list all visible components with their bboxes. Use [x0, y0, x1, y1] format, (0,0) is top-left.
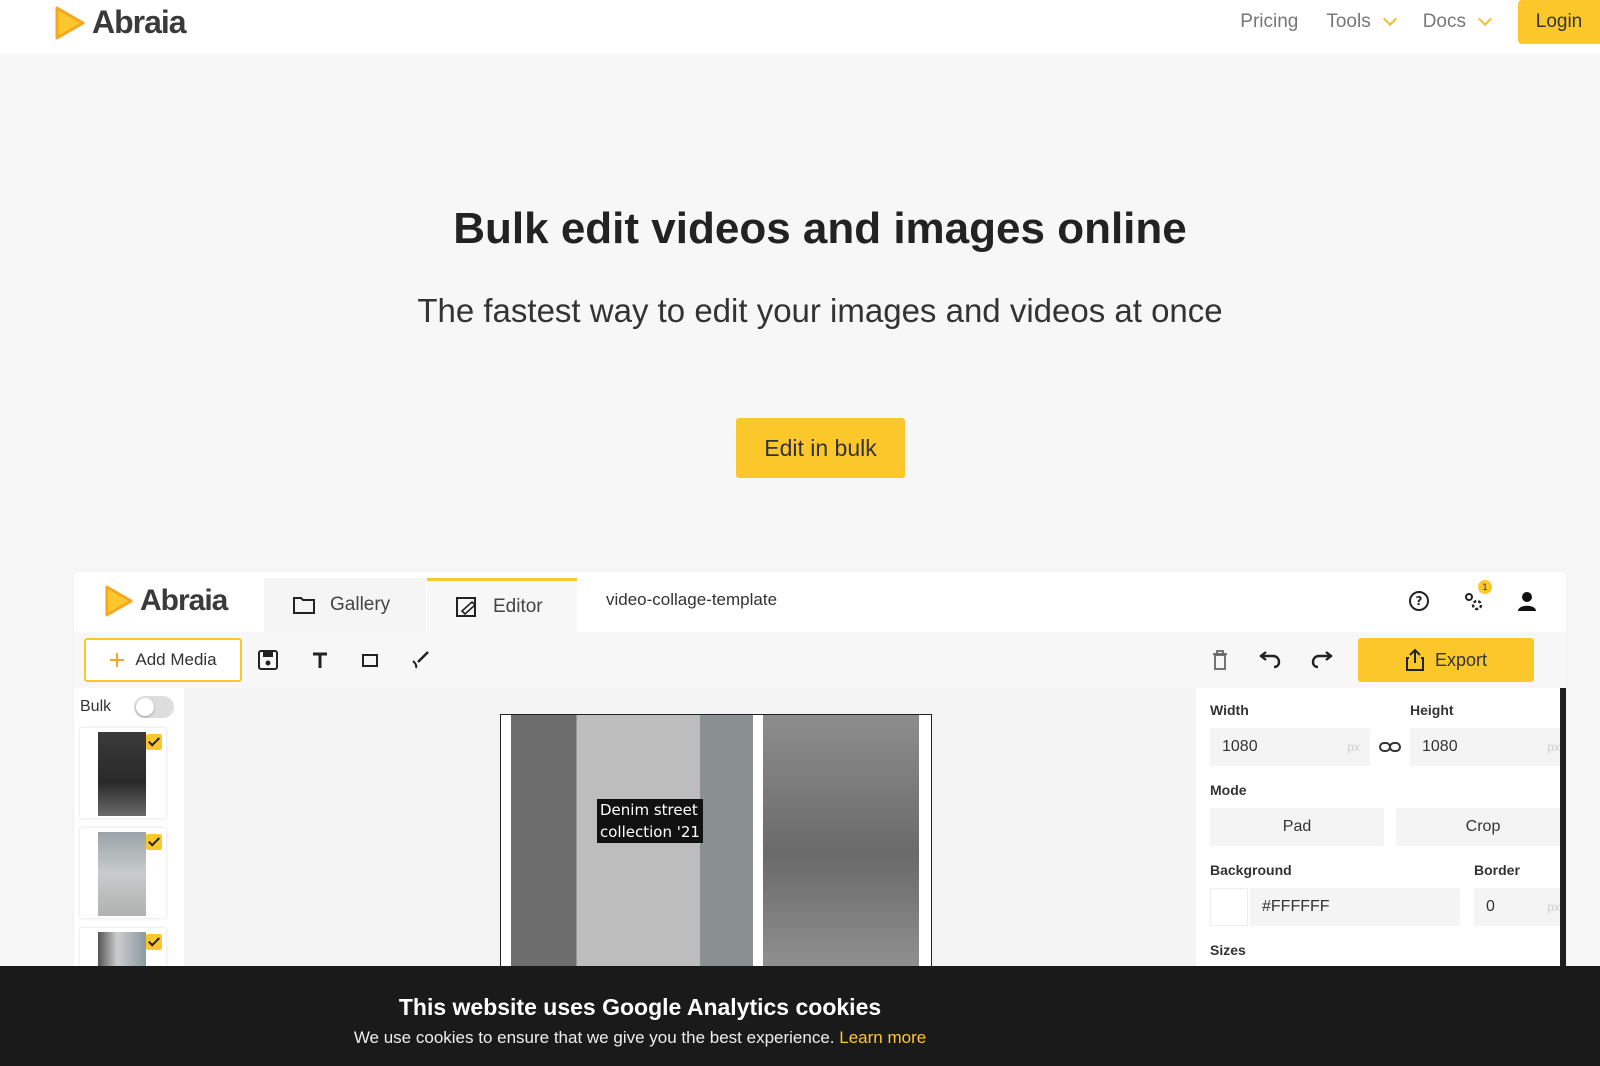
checkbox-checked-icon[interactable] — [146, 834, 162, 850]
hero-subtitle: The fastest way to edit your images and … — [417, 292, 1223, 329]
app-brand-name: Abraia — [140, 584, 228, 617]
help-icon[interactable]: ? — [1406, 588, 1432, 614]
width-input[interactable]: 1080 px — [1210, 728, 1370, 766]
media-thumbnail[interactable] — [80, 828, 166, 918]
app-header: Abraia Gallery Editor video-collage-temp… — [74, 572, 1566, 632]
folder-icon — [293, 597, 315, 614]
login-button[interactable]: Login — [1518, 0, 1600, 44]
add-media-label: Add Media — [135, 650, 217, 669]
background-color-swatch[interactable] — [1210, 888, 1248, 926]
width-unit: px — [1347, 740, 1360, 754]
mode-crop-button[interactable]: Crop — [1396, 808, 1566, 846]
play-logo-icon — [105, 585, 133, 617]
cookie-title: This website uses Google Analytics cooki… — [398, 994, 882, 1020]
background-label: Background — [1210, 862, 1292, 878]
height-unit: px — [1547, 740, 1560, 754]
tab-editor-label: Editor — [493, 595, 543, 617]
sizes-label: Sizes — [1210, 942, 1246, 958]
brand-name: Abraia — [92, 4, 187, 40]
thumbnail-image — [98, 732, 146, 816]
edit-in-bulk-button[interactable]: Edit in bulk — [736, 418, 905, 478]
text-tool-icon[interactable] — [308, 648, 332, 672]
border-input[interactable]: 0 px — [1474, 888, 1566, 926]
bulk-toggle[interactable] — [134, 696, 174, 718]
add-media-button[interactable]: Add Media — [84, 638, 242, 682]
width-label: Width — [1210, 702, 1249, 718]
height-value: 1080 — [1422, 738, 1458, 755]
redo-icon[interactable] — [1310, 648, 1334, 672]
border-label: Border — [1474, 862, 1520, 878]
height-label: Height — [1410, 702, 1454, 718]
settings-notifications-icon[interactable]: 1 — [1460, 580, 1492, 614]
delete-icon[interactable] — [1208, 648, 1232, 672]
media-thumbnail[interactable] — [80, 728, 166, 818]
chevron-down-icon — [1477, 11, 1493, 27]
play-logo-icon — [55, 6, 85, 39]
mode-label: Mode — [1210, 782, 1247, 798]
background-value: #FFFFFF — [1262, 898, 1330, 915]
nav-tools-label: Tools — [1326, 11, 1371, 32]
save-icon[interactable] — [256, 648, 280, 672]
user-account-icon[interactable] — [1514, 588, 1540, 614]
hero-title: Bulk edit videos and images online — [453, 204, 1187, 253]
collage-overlay-text[interactable]: Denim street collection '21 — [597, 799, 703, 843]
bulk-label: Bulk — [80, 698, 112, 715]
tab-editor[interactable]: Editor — [427, 578, 577, 632]
checkbox-checked-icon[interactable] — [146, 934, 162, 950]
height-input[interactable]: 1080 px — [1410, 728, 1566, 766]
cookie-text: We use cookies to ensure that we give yo… — [353, 1028, 835, 1047]
cookie-banner: This website uses Google Analytics cooki… — [0, 966, 1600, 1066]
editor-toolbar: Add Media Export — [74, 632, 1566, 688]
overlay-text-line2: collection '21 — [600, 823, 700, 841]
mode-pad-button[interactable]: Pad — [1210, 808, 1384, 846]
project-filename[interactable]: video-collage-template — [606, 590, 777, 610]
background-color-input[interactable]: #FFFFFF — [1250, 888, 1460, 926]
undo-icon[interactable] — [1258, 648, 1282, 672]
rectangle-tool-icon[interactable] — [358, 648, 382, 672]
top-navbar: Abraia Pricing Tools Docs Login — [0, 0, 1600, 54]
share-export-icon — [1405, 648, 1424, 671]
checkbox-checked-icon[interactable] — [146, 734, 162, 750]
brush-tool-icon[interactable] — [408, 648, 432, 672]
cookie-message: We use cookies to ensure that we give yo… — [0, 1028, 1280, 1048]
chevron-down-icon — [1382, 11, 1397, 27]
overlay-text-line1: Denim street — [600, 801, 698, 819]
nav-docs-label: Docs — [1422, 11, 1466, 32]
svg-text:?: ? — [1416, 594, 1423, 608]
border-unit: px — [1547, 900, 1560, 914]
app-logo[interactable]: Abraia — [104, 584, 228, 618]
border-value: 0 — [1486, 898, 1495, 915]
nav-pricing-label: Pricing — [1240, 11, 1299, 32]
width-value: 1080 — [1222, 738, 1258, 755]
nav-docs[interactable]: Docs — [1422, 11, 1493, 33]
tab-gallery[interactable]: Gallery — [264, 578, 426, 632]
plus-icon — [110, 653, 125, 667]
brand-logo[interactable]: Abraia — [54, 4, 187, 41]
nav-pricing[interactable]: Pricing — [1240, 11, 1298, 33]
export-button[interactable]: Export — [1358, 638, 1534, 682]
export-label: Export — [1434, 649, 1488, 670]
thumbnail-image — [98, 832, 146, 916]
tab-gallery-label: Gallery — [330, 594, 391, 615]
nav-tools[interactable]: Tools — [1326, 11, 1397, 33]
notification-badge: 1 — [1478, 580, 1492, 594]
edit-image-icon — [456, 596, 477, 617]
learn-more-link[interactable]: Learn more — [839, 1028, 926, 1047]
link-aspect-icon[interactable] — [1378, 738, 1402, 761]
